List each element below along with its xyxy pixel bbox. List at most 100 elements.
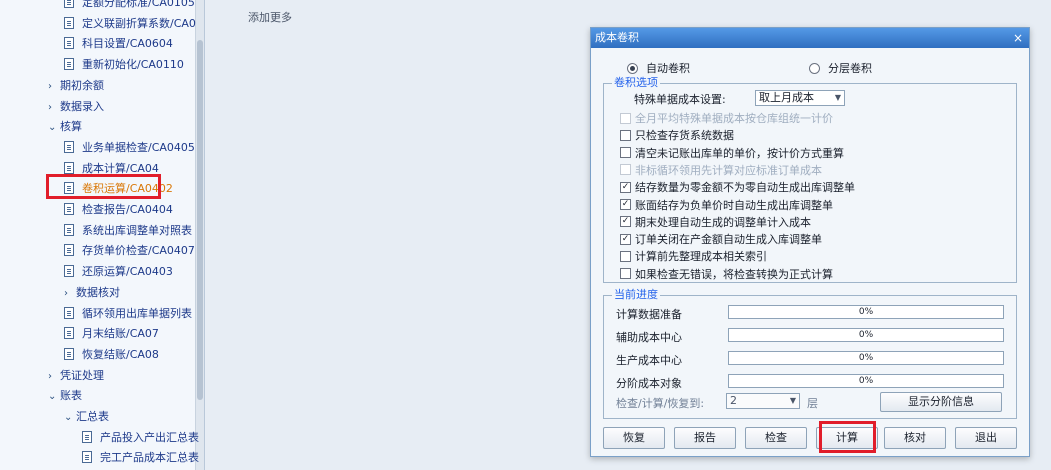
nav-item-label: 重新初始化/CA0110 [82,58,184,72]
progress-group: 当前进度 计算数据准备 0% 辅助成本中心 0% 生产成本中心 0% 分阶成本对象 0% 检查… [603,289,1017,419]
nav-item[interactable]: 循环领用出库单据列表 [64,304,192,324]
report-button[interactable]: 报告 [674,427,736,449]
show-layer-info-button[interactable]: 显示分阶信息 [880,392,1002,412]
nav-item[interactable]: 完工产品成本汇总表 [82,448,199,468]
checkbox-checked-icon: ✓ [620,216,631,228]
nav-item-label: 完工产品成本汇总表 [100,451,199,465]
option-checkbox[interactable]: ✓ 期末处理自动生成的调整单计入成本 [620,214,811,230]
layer-label: 检查/计算/恢复到: [616,397,705,410]
chevron-down-icon: ⌄ [64,412,73,423]
document-icon [64,306,74,319]
nav-item-label: 月末结账/CA07 [82,327,159,341]
progress-label: 分阶成本对象 [616,377,682,390]
nav-item[interactable]: 月末结账/CA07 [64,324,159,344]
nav-item-label: 账表 [60,389,82,403]
radio-layer-label: 分层卷积 [828,62,872,75]
nav-item-label: 科目设置/CA0604 [82,37,173,51]
document-icon [64,58,74,71]
progress-label: 辅助成本中心 [616,331,682,344]
chevron-right-icon: › [64,287,68,299]
add-more-link[interactable]: 添加更多 [248,9,292,25]
option-checkbox[interactable]: 全月平均特殊单据成本按仓库组统一计价 [620,110,833,126]
document-icon [82,430,92,443]
radio-dot-icon [627,62,638,74]
nav-item-label: 检查报告/CA0404 [82,203,173,216]
nav-item[interactable]: 系统出库调整单对照表 [64,221,192,241]
document-icon [64,244,74,257]
nav-item[interactable]: 重新初始化/CA0110 [64,55,184,75]
nav-item-label: 汇总表 [76,410,109,423]
check-button[interactable]: 检查 [745,427,807,449]
restore-button[interactable]: 恢复 [603,427,665,449]
option-label: 全月平均特殊单据成本按仓库组统一计价 [635,112,833,125]
close-icon[interactable]: × [1013,28,1023,48]
checkbox-empty-icon [620,164,631,176]
document-icon [64,327,74,340]
nav-item-label: 定义联副折算系数/CA0 [82,16,196,30]
document-icon [64,161,74,174]
option-checkbox[interactable]: ✓ 订单关闭在产金额自动生成入库调整单 [620,231,822,247]
nav-item-label: 数据录入 [60,99,104,113]
radio-auto-rollup[interactable]: 自动卷积 [627,60,690,76]
special-cost-select[interactable]: 取上月成本 ▼ [755,90,845,106]
nav-item[interactable]: 定额分配标准/CA0105 [64,0,195,13]
document-icon [64,265,74,278]
option-checkbox[interactable]: 清空未记账出库单的单价，按计价方式重算 [620,145,844,161]
nav-folder[interactable]: ⌄ 汇总表 [64,407,109,427]
nav-item-label: 产品投入产出汇总表 [100,430,199,444]
nav-item-label: 期初余额 [60,78,104,92]
option-checkbox[interactable]: 如果检查无错误，将检查转换为正式计算 [620,266,833,282]
radio-layer-rollup[interactable]: 分层卷积 [809,60,872,76]
dialog-title: 成本卷积 [595,31,639,44]
nav-item-label: 业务单据检查/CA0405 [82,140,195,154]
option-checkbox[interactable]: ✓ 账面结存为负单价时自动生成出库调整单 [620,197,833,213]
nav-folder[interactable]: › 凭证处理 [48,366,104,386]
option-checkbox[interactable]: 只检查存货系统数据 [620,127,734,143]
progress-percent: 0% [858,330,874,340]
nav-folder[interactable]: › 期初余额 [48,76,104,96]
nav-item-label: 恢复结账/CA08 [82,347,159,361]
nav-item-label: 循环领用出库单据列表 [82,306,192,320]
checkbox-checked-icon: ✓ [620,181,631,193]
option-checkbox[interactable]: ✓ 结存数量为零金额不为零自动生成出库调整单 [620,179,855,195]
option-checkbox[interactable]: 计算前先整理成本相关索引 [620,248,767,264]
nav-folder[interactable]: › 数据核对 [64,283,120,303]
option-checkbox[interactable]: 非标循环领用先计算对应标准订单成本 [620,162,822,178]
checkbox-checked-icon: ✓ [620,199,631,210]
nav-item-label: 还原运算/CA0403 [82,265,173,279]
nav-item[interactable]: 业务单据检查/CA0405 [64,138,195,158]
nav-folder[interactable]: › 数据录入 [48,97,104,117]
option-label: 期末处理自动生成的调整单计入成本 [635,215,811,229]
nav-item[interactable]: 存货单价检查/CA0407 [64,241,195,261]
nav-folder[interactable]: ⌄ 账表 [48,386,82,406]
nav-item[interactable]: 恢复结账/CA08 [64,345,159,365]
nav-item[interactable]: 定义联副折算系数/CA0 [64,14,196,34]
options-group: 卷积选项 特殊单据成本设置: 取上月成本 ▼ 全月平均特殊单据成本按仓库组统一计… [603,77,1017,283]
progress-percent: 0% [858,353,874,363]
document-icon [64,223,74,236]
layer-value: 2 [730,394,737,407]
nav-item[interactable]: 还原运算/CA0403 [64,262,173,282]
nav-scrollbar[interactable] [195,0,204,470]
option-label: 账面结存为负单价时自动生成出库调整单 [635,198,833,212]
nav-item-label: 数据核对 [76,285,120,299]
option-label: 清空未记账出库单的单价，按计价方式重算 [635,146,844,160]
nav-item[interactable]: 产品投入产出汇总表 [82,428,199,448]
nav-item-label: 核算 [60,120,82,134]
document-icon [64,16,74,29]
exit-button[interactable]: 退出 [955,427,1017,449]
checkbox-empty-icon [620,250,631,262]
dialog-titlebar: 成本卷积 × [591,28,1029,48]
nav-scroll-thumb[interactable] [197,40,203,400]
layer-select[interactable]: 2 ▼ [726,393,800,409]
document-icon [64,37,74,50]
verify-button[interactable]: 核对 [884,427,946,449]
progress-bar: 0% [728,351,1004,365]
nav-item[interactable]: 科目设置/CA0604 [64,34,173,54]
option-label: 订单关闭在产金额自动生成入库调整单 [635,233,822,247]
nav-item[interactable]: 检查报告/CA0404 [64,200,173,220]
radio-dot-icon [809,62,820,74]
highlight-box-calculate [819,421,876,453]
chevron-right-icon: › [48,80,52,92]
nav-folder[interactable]: ⌄ 核算 [48,117,82,137]
